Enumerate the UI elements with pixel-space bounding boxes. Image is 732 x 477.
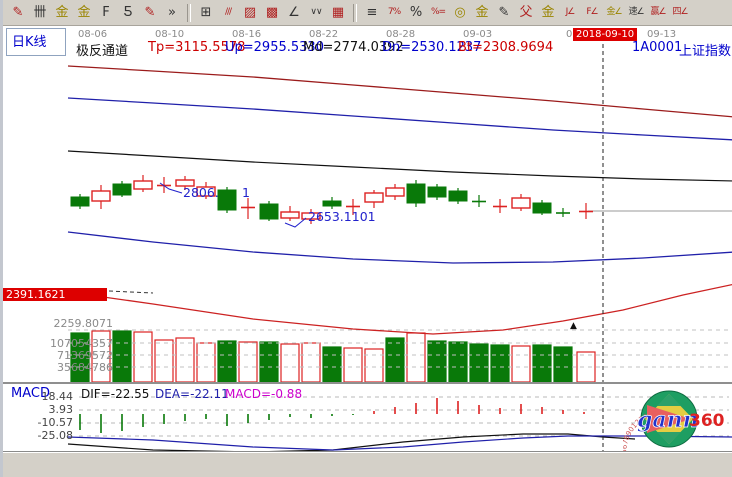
volume-bar <box>302 343 320 382</box>
toolbar-icon-four-angle[interactable]: 四∠ <box>669 3 691 23</box>
toolbar-icon-shaded-fan[interactable]: ▨ <box>239 3 261 23</box>
price-annotation: 2653.1101 <box>308 209 376 224</box>
toolbar-icon-gold-grid-2[interactable]: 金 <box>73 3 95 23</box>
gann360-logo: 1234567890123456789012345678901234 gann … <box>623 388 732 452</box>
toolbar-icon-red-grid[interactable]: ▦ <box>327 3 349 23</box>
channel-line-bottom-rail <box>68 284 732 334</box>
volume-bar <box>386 338 404 382</box>
channel-line-teal-tick <box>75 291 85 292</box>
volume-bar <box>449 342 467 382</box>
volume-bar <box>197 343 215 382</box>
channel-line-lower-blue <box>68 232 732 263</box>
volume-bar <box>176 338 194 382</box>
candle-body-up <box>113 184 131 195</box>
volume-bar <box>533 345 551 382</box>
toolbar-icon-stats[interactable]: ≡ <box>361 3 383 23</box>
volume-bar <box>344 348 362 382</box>
toolbar-icon-seal-box[interactable]: 父 <box>515 3 537 23</box>
volume-bar <box>470 344 488 382</box>
volume-bar <box>365 349 383 382</box>
dash-segment <box>109 291 153 293</box>
toolbar-separator <box>187 4 191 22</box>
toolbar: ✎卌金金FƼ✎»⊞///▨▩∠∨∨▦≡7%%%=◎金✎父金J∠F∠金∠速∠赢∠四… <box>3 0 732 26</box>
toolbar-icon-gold-grid-1[interactable]: 金 <box>51 3 73 23</box>
status-bar: ▦ 上证指数 2873.5901 ▼-8.6399 -0.30% 深 8322.… <box>3 452 732 477</box>
candle-body-up <box>428 187 446 197</box>
toolbar-icon-box-tool[interactable]: ⊞ <box>195 3 217 23</box>
arrow-marker: ▲ <box>570 321 577 331</box>
candle-body-down <box>512 198 530 208</box>
toolbar-separator <box>353 4 357 22</box>
price-annotation: 1 <box>242 185 250 200</box>
toolbar-icon-gold[interactable]: 金 <box>537 3 559 23</box>
toolbar-icon-fibonacci[interactable]: F <box>95 3 117 23</box>
toolbar-icon-gold-coin[interactable]: ◎ <box>449 3 471 23</box>
toolbar-icon-speed-angle[interactable]: 速∠ <box>625 3 647 23</box>
toolbar-icon-gann-fan[interactable]: /// <box>217 3 239 23</box>
toolbar-icon-brush[interactable]: ✎ <box>7 3 29 23</box>
channel-line-upper-blue <box>68 98 732 140</box>
volume-bar <box>428 341 446 382</box>
candle-body-down <box>386 188 404 196</box>
volume-bar <box>92 331 110 382</box>
toolbar-icon-wave-marks[interactable]: ∨∨ <box>305 3 327 23</box>
price-annotation: 2806. <box>183 185 219 200</box>
candle-body-up <box>260 204 278 219</box>
volume-bar <box>512 346 530 382</box>
candle-body-up <box>533 203 551 213</box>
candle-body-up <box>407 184 425 203</box>
candle-body-up <box>323 201 341 206</box>
volume-bar <box>218 341 236 382</box>
candle-body-down <box>281 212 299 218</box>
volume-bar <box>71 333 89 382</box>
candle-body-down <box>92 191 110 201</box>
toolbar-icon-f-angle[interactable]: F∠ <box>581 3 603 23</box>
channel-line-mid-black <box>68 151 732 181</box>
volume-bar <box>260 342 278 382</box>
toolbar-icon-win-angle[interactable]: 赢∠ <box>647 3 669 23</box>
volume-bar <box>113 331 131 382</box>
volume-bar <box>407 333 425 382</box>
toolbar-icon-gold-angle[interactable]: 金∠ <box>603 3 625 23</box>
candle-body-up <box>71 197 89 206</box>
toolbar-icon-gold-bars[interactable]: 金 <box>471 3 493 23</box>
volume-bar <box>134 332 152 382</box>
toolbar-icon-percent-lines[interactable]: %= <box>427 3 449 23</box>
logo-360-text: 360 <box>689 411 725 431</box>
toolbar-icon-j-angle[interactable]: J∠ <box>559 3 581 23</box>
volume-bar <box>155 340 173 382</box>
toolbar-icon-shaded-grid[interactable]: ▩ <box>261 3 283 23</box>
volume-bar <box>554 347 572 382</box>
toolbar-icon-percent-slash[interactable]: 7% <box>383 3 405 23</box>
toolbar-icon-percent[interactable]: % <box>405 3 427 23</box>
toolbar-icon-more[interactable]: » <box>161 3 183 23</box>
toolbar-icon-angle-lines[interactable]: ∠ <box>283 3 305 23</box>
channel-line-top-rail <box>68 66 732 117</box>
volume-bar <box>577 352 595 382</box>
volume-bar <box>281 344 299 382</box>
volume-bar <box>323 347 341 382</box>
candle-body-up <box>449 191 467 201</box>
volume-bar <box>491 345 509 382</box>
candle-body-up <box>218 190 236 210</box>
candle-body-down <box>134 181 152 189</box>
toolbar-icon-spiral[interactable]: Ƽ <box>117 3 139 23</box>
candle-body-down <box>365 193 383 202</box>
toolbar-icon-gann-grid[interactable]: 卌 <box>29 3 51 23</box>
toolbar-icon-brush-2[interactable]: ✎ <box>139 3 161 23</box>
toolbar-icon-annotate[interactable]: ✎ <box>493 3 515 23</box>
trading-app-window: ✎卌金金FƼ✎»⊞///▨▩∠∨∨▦≡7%%%=◎金✎父金J∠F∠金∠速∠赢∠四… <box>0 0 732 477</box>
volume-bar <box>239 342 257 382</box>
